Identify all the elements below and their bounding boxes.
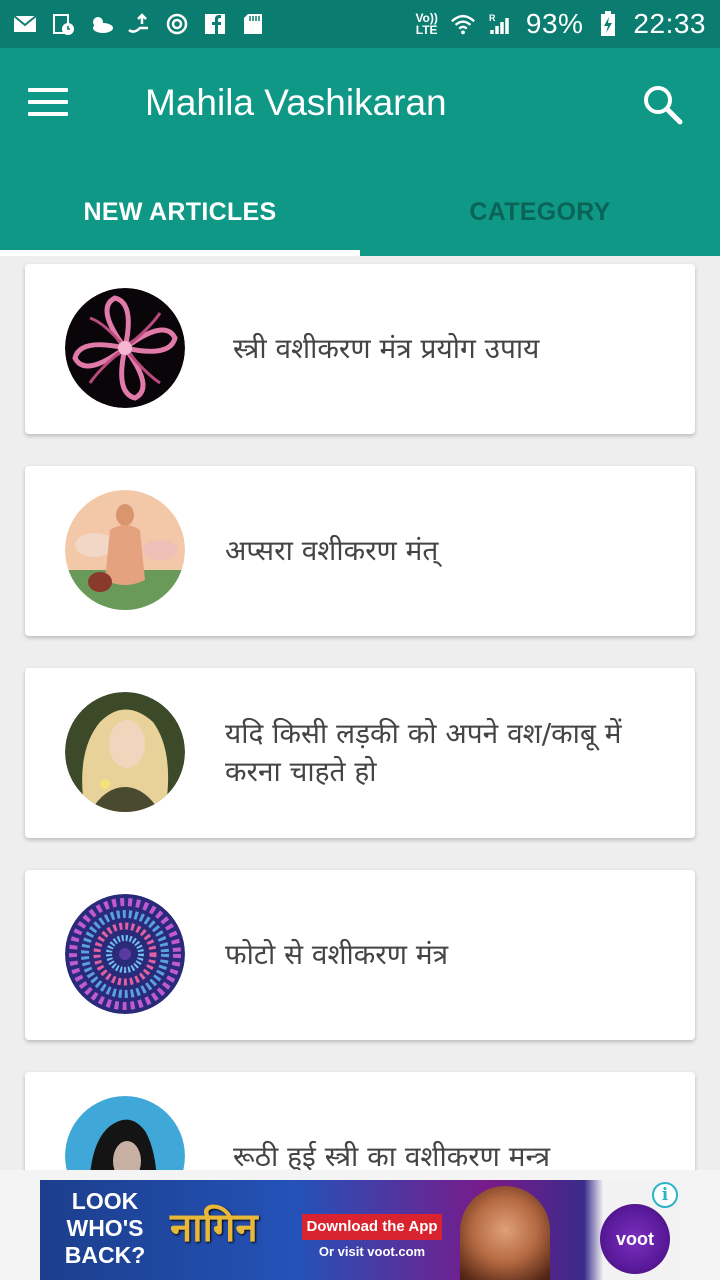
article-card[interactable]: फोटो से वशीकरण मंत्र (25, 870, 695, 1040)
network-indicator: Vo)) LTE (415, 11, 438, 37)
sync-icon (164, 12, 190, 36)
signal-icon: R (488, 12, 514, 36)
ad-info-icon[interactable]: i (652, 1182, 678, 1208)
article-title: स्त्री वशीकरण मंत्र प्रयोग उपाय (233, 332, 540, 365)
ad-image (460, 1186, 550, 1280)
article-title: फोटो से वशीकरण मंत्र (225, 938, 449, 971)
article-thumbnail (65, 1096, 185, 1170)
hamburger-icon (28, 88, 68, 92)
article-title: यदि किसी लड़की को अपने वश/काबू में करना … (225, 717, 622, 788)
sd-card-icon (240, 12, 266, 36)
ad-logo: नागिन (170, 1204, 258, 1251)
app-toolbar: Mahila Vashikaran NEW ARTICLES CATEGORY (0, 48, 720, 256)
article-card[interactable]: यदि किसी लड़की को अपने वश/काबू में करना … (25, 668, 695, 838)
ad-visit-text: Or visit voot.com (318, 1244, 426, 1259)
article-card[interactable]: स्त्री वशीकरण मंत्र प्रयोग उपाय (25, 264, 695, 434)
weather-icon (88, 12, 114, 36)
article-thumbnail (65, 288, 185, 408)
article-list[interactable]: स्त्री वशीकरण मंत्र प्रयोग उपाय अप्सरा व… (0, 256, 720, 1170)
system-status: Vo)) LTE R 93% 22:33 (415, 8, 706, 40)
tab-category[interactable]: CATEGORY (360, 168, 720, 256)
battery-charging-icon (595, 11, 621, 36)
article-card[interactable]: अप्सरा वशीकरण मंत् (25, 466, 695, 636)
article-title: रूठी हुई स्त्री का वशीकरण मन्त्र (233, 1140, 551, 1170)
ad-banner[interactable]: LOOK WHO'S BACK? नागिन Download the App … (40, 1180, 680, 1280)
article-card[interactable]: रूठी हुई स्त्री का वशीकरण मन्त्र (25, 1072, 695, 1170)
notification-icons (12, 12, 266, 36)
tab-label: CATEGORY (469, 197, 611, 226)
tab-bar: NEW ARTICLES CATEGORY (0, 168, 720, 256)
status-bar: Vo)) LTE R 93% 22:33 (0, 0, 720, 48)
article-thumbnail (65, 692, 185, 812)
calendar-icon (50, 12, 76, 36)
tab-new-articles[interactable]: NEW ARTICLES (0, 168, 360, 256)
ad-download-button[interactable]: Download the App (302, 1214, 442, 1240)
menu-button[interactable] (28, 88, 68, 120)
article-thumbnail (65, 490, 185, 610)
clock: 22:33 (633, 8, 706, 39)
ad-headline: LOOK WHO'S BACK? (64, 1188, 146, 1268)
battery-percent: 93% (525, 8, 584, 39)
tab-label: NEW ARTICLES (83, 197, 277, 226)
facebook-icon (202, 12, 228, 36)
mail-icon (12, 12, 38, 36)
article-thumbnail (65, 894, 185, 1014)
ad-container: LOOK WHO'S BACK? नागिन Download the App … (0, 1170, 720, 1280)
search-button[interactable] (640, 82, 686, 128)
search-icon (644, 86, 683, 125)
svg-text:R: R (489, 13, 496, 23)
wifi-icon (450, 12, 476, 36)
article-title: अप्सरा वशीकरण मंत् (225, 534, 439, 567)
transfer-icon (126, 12, 152, 36)
app-title: Mahila Vashikaran (145, 82, 447, 123)
ad-brand-logo: voot (600, 1204, 670, 1274)
